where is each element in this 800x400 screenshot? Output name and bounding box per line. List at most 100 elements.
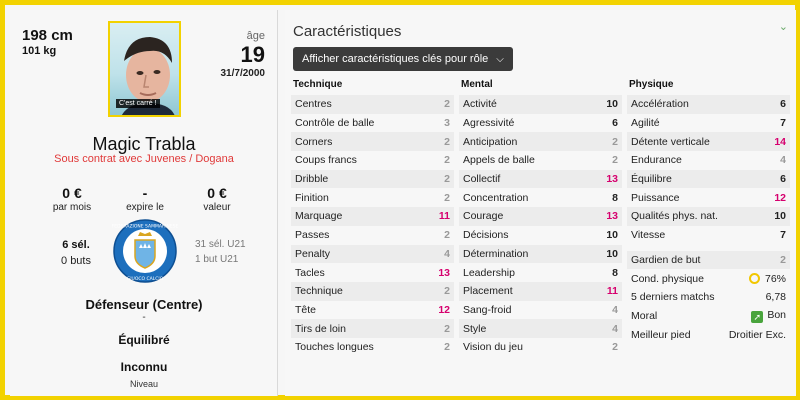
attribute-row[interactable]: Équilibre 6 [627,169,790,189]
attribute-row[interactable]: Tacles 13 [291,263,454,282]
attribute-row[interactable]: Vision du jeu 2 [459,338,622,357]
attribute-row[interactable]: Touches longues 2 [291,338,454,357]
attribute-row[interactable]: Placement 11 [459,281,622,301]
attribute-row[interactable]: Tirs de loin 2 [291,319,454,338]
attribute-label: Placement [463,285,513,298]
attribute-label: Détente verticale [631,135,710,148]
svg-text:GIUOCO CALCIO: GIUOCO CALCIO [127,276,164,282]
attribute-value: 2 [444,191,450,204]
attribute-row[interactable]: Tête 12 [291,301,454,320]
attribute-label: Équilibre [631,173,672,186]
wage-stat: 0 € par mois [32,185,112,213]
attribute-value: 6 [780,98,786,111]
goals-count: 0 buts [61,255,91,267]
market-value-label: valeur [203,202,231,213]
attribute-value: 4 [444,247,450,260]
collapse-chevron-icon[interactable]: ⌄ [779,20,788,33]
u21-goals-count: 1 but U21 [195,254,239,265]
position-separator: - [142,312,146,323]
attribute-value: 10 [606,229,618,242]
attribute-value: 2 [444,341,450,354]
attribute-row[interactable]: Agilité 7 [627,114,790,133]
preferred-foot-value: Droitier Exc. [728,328,786,341]
attribute-row[interactable]: Leadership 8 [459,263,622,282]
attribute-row[interactable]: Passes 2 [291,226,454,245]
attribute-value: 7 [780,229,786,242]
attribute-row[interactable]: Collectif 13 [459,169,622,189]
age-label: âge [246,30,265,42]
condition-label: Cond. physique [631,272,704,285]
attribute-label: Tirs de loin [295,322,346,335]
wage-value: 0 € [62,185,82,201]
attribute-label: Vitesse [631,229,666,242]
attribute-row-goalkeeping[interactable]: Gardien de but 2 [627,250,790,270]
attribute-row[interactable]: Penalty 4 [291,244,454,264]
attribute-row[interactable]: Coups francs 2 [291,151,454,170]
attribute-value: 6 [780,173,786,186]
attribute-label: Activité [463,98,497,111]
attribute-row[interactable]: Centres 2 [291,95,454,114]
condition-ring-icon [748,272,760,284]
attribute-value: 8 [612,191,618,204]
attribute-row[interactable]: Vitesse 7 [627,226,790,245]
attribute-row[interactable]: Marquage 11 [291,207,454,226]
attribute-row[interactable]: Accélération 6 [627,95,790,114]
national-team-crest-icon[interactable]: FEDERAZIONE SAMMARINESE GIUOCO CALCIO [112,218,178,284]
attribute-value: 7 [780,117,786,130]
attribute-value: 13 [606,173,618,186]
morale-up-icon: ➚ [751,310,764,323]
attribute-row[interactable]: Agressivité 6 [459,114,622,133]
attribute-value: 12 [774,191,786,204]
expiry-value: - [142,185,148,201]
attribute-row[interactable]: Finition 2 [291,188,454,207]
attribute-row[interactable]: Contrôle de balle 3 [291,114,454,133]
attribute-row[interactable]: Activité 10 [459,95,622,114]
attribute-label: Agilité [631,117,660,130]
attribute-row[interactable]: Appels de balle 2 [459,151,622,170]
attribute-value: 12 [438,303,450,316]
attribute-label: Concentration [463,191,529,204]
attribute-row[interactable]: Sang-froid 4 [459,301,622,320]
u21-caps: 31 sél. U21 1 but U21 [195,239,270,265]
player-position: Défenseur (Centre) [85,297,203,312]
attribute-row[interactable]: Concentration 8 [459,188,622,207]
attribute-label: Leadership [463,266,515,279]
expiry-label: expire le [126,202,164,213]
chevron-down-icon: ⌵ [496,54,504,65]
attribute-value: 4 [780,154,786,167]
player-photo[interactable]: C'est carré ! [108,21,181,117]
attribute-row[interactable]: Technique 2 [291,281,454,301]
morale-value: Bon [767,308,786,321]
attribute-row[interactable]: Dribble 2 [291,169,454,189]
attribute-label: Vision du jeu [463,341,523,354]
player-weight: 101 kg [22,45,57,57]
attribute-label: Contrôle de balle [295,117,375,130]
attribute-row[interactable]: Qualités phys. nat. 10 [627,207,790,226]
attribute-row[interactable]: Style 4 [459,319,622,338]
attribute-label: Tête [295,303,317,316]
attribute-row[interactable]: Endurance 4 [627,151,790,170]
attribute-value: 2 [444,173,450,186]
attribute-value: 4 [612,322,618,335]
attribute-row[interactable]: Courage 13 [459,207,622,226]
last-five-value: 6,78 [765,291,786,304]
attribute-row[interactable]: Décisions 10 [459,226,622,245]
condition-row: Cond. physique 76% [627,269,790,288]
attribute-label: Penalty [295,247,331,260]
value-stat: 0 € valeur [177,185,257,213]
contract-link[interactable]: Sous contrat avec Juvenes / Dogana [10,153,278,165]
role-attributes-button[interactable]: Afficher caractéristiques clés pour rôle… [293,47,513,71]
photo-caption: C'est carré ! [116,99,160,108]
attribute-row[interactable]: Puissance 12 [627,188,790,207]
attribute-row[interactable]: Anticipation 2 [459,132,622,152]
attribute-label: Technique [295,285,343,298]
attribute-value: 8 [612,266,618,279]
attribute-value: 2 [612,341,618,354]
attribute-value: 3 [444,117,450,130]
attribute-value: 2 [780,253,786,266]
caps-count: 6 sél. [62,239,90,251]
attribute-row[interactable]: Détente verticale 14 [627,132,790,152]
attribute-row[interactable]: Détermination 10 [459,244,622,264]
attribute-row[interactable]: Corners 2 [291,132,454,152]
attribute-value: 2 [612,154,618,167]
